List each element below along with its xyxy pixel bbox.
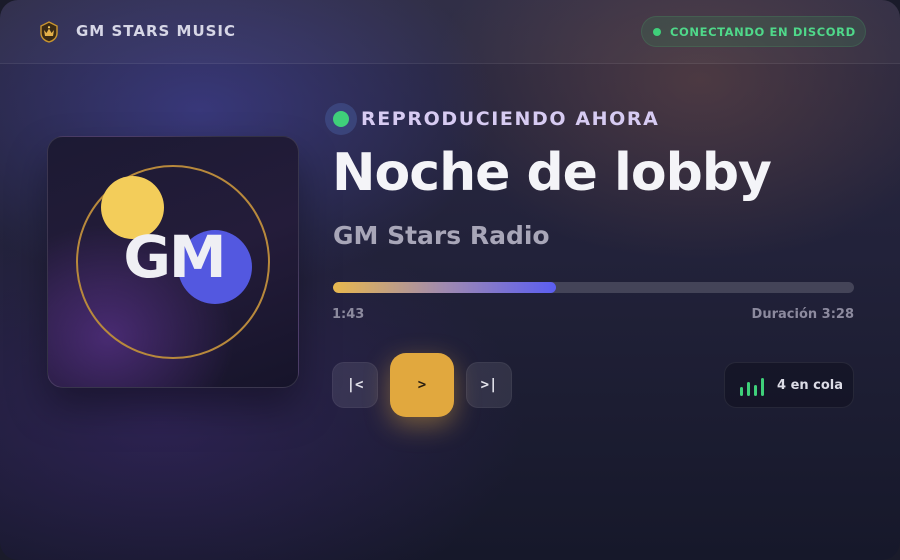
artist-name: GM Stars Radio — [333, 221, 550, 250]
album-cover: GM — [47, 136, 299, 388]
previous-button[interactable]: |< — [332, 362, 378, 408]
top-bar: GM STARS MUSIC CONECTANDO EN DISCORD — [0, 0, 900, 64]
queue-button[interactable]: 4 en cola — [724, 362, 854, 408]
music-player-window: GM STARS MUSIC CONECTANDO EN DISCORD GM … — [0, 0, 900, 560]
time-elapsed: 1:43 — [332, 307, 365, 322]
equalizer-bars-icon — [739, 376, 769, 396]
previous-icon: |< — [346, 377, 364, 393]
progress-bar[interactable] — [333, 282, 854, 293]
discord-status-badge: CONECTANDO EN DISCORD — [641, 16, 866, 47]
queue-count: 4 en cola — [777, 378, 844, 393]
time-duration: Duración 3:28 — [751, 307, 854, 322]
status-dot-icon — [653, 28, 661, 36]
crown-badge-icon — [37, 20, 61, 44]
play-icon: > — [417, 377, 427, 393]
play-button[interactable]: > — [390, 353, 454, 417]
next-button[interactable]: >| — [466, 362, 512, 408]
live-dot-icon — [325, 103, 357, 135]
progress-fill — [333, 282, 556, 293]
now-playing-label: REPRODUCIENDO AHORA — [361, 108, 660, 130]
app-title: GM STARS MUSIC — [76, 22, 237, 40]
status-text: CONECTANDO EN DISCORD — [670, 25, 856, 39]
next-icon: >| — [480, 377, 498, 393]
track-title: Noche de lobby — [332, 143, 772, 203]
cover-monogram: GM — [123, 223, 226, 291]
